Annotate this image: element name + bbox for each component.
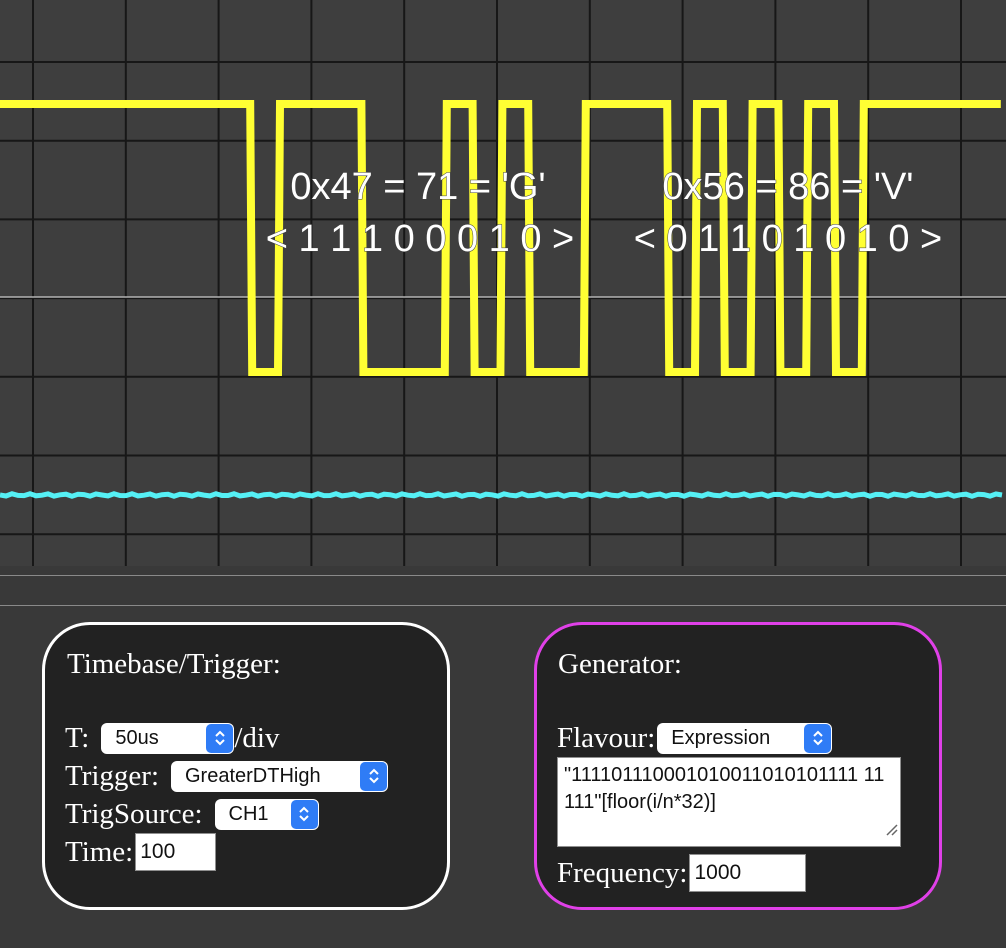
trigsource-row: TrigSource: CH1	[65, 796, 319, 832]
trigsource-select-value: CH1	[228, 802, 269, 825]
divider-line	[0, 605, 1006, 606]
trigger-row: Trigger: GreaterDTHigh	[65, 758, 388, 794]
resize-grip-icon[interactable]	[884, 817, 898, 844]
time-input[interactable]	[135, 833, 217, 871]
trigger-select[interactable]: GreaterDTHigh	[171, 760, 388, 792]
divider-line	[0, 575, 1006, 576]
chevron-updown-icon	[290, 799, 318, 829]
timebase-select-value: 50us	[115, 726, 159, 749]
generator-panel: Generator: Flavour: Expression "11110111…	[534, 622, 942, 910]
chevron-updown-icon	[206, 723, 234, 753]
trigger-label: Trigger:	[65, 760, 159, 792]
expression-text: "111101110001010011010101111 11111"[floo…	[564, 764, 885, 813]
time-row: Time:	[65, 833, 217, 871]
channel2-trace	[0, 491, 1003, 499]
trigsource-select[interactable]: CH1	[214, 798, 319, 830]
expression-textarea[interactable]: "111101110001010011010101111 11111"[floo…	[557, 757, 901, 847]
flavour-select-value: Expression	[671, 726, 771, 749]
flavour-select[interactable]: Expression	[657, 722, 833, 754]
byte2-bits-label: < 0 1 1 0 1 0 1 0 >	[634, 218, 942, 260]
frequency-input[interactable]	[689, 854, 807, 892]
timebase-select[interactable]: 50us	[101, 722, 235, 754]
oscilloscope-display: 0x47 = 71 = 'G' < 1 1 1 0 0 0 1 0 > 0x56…	[0, 0, 1006, 566]
t-row: T: 50us /div	[65, 720, 279, 756]
chevron-updown-icon	[804, 723, 832, 753]
frequency-label: Frequency:	[557, 857, 688, 889]
byte1-hex-label: 0x47 = 71 = 'G'	[290, 166, 545, 208]
trigger-select-value: GreaterDTHigh	[185, 764, 321, 787]
timebase-panel-title: Timebase/Trigger:	[67, 648, 281, 680]
generator-panel-title: Generator:	[558, 648, 682, 680]
time-label: Time:	[65, 836, 134, 868]
t-label: T:	[65, 722, 90, 754]
chevron-updown-icon	[360, 761, 387, 791]
waveform-canvas: 0x47 = 71 = 'G' < 1 1 1 0 0 0 1 0 > 0x56…	[0, 0, 1006, 566]
flavour-label: Flavour:	[557, 722, 656, 754]
trigsource-label: TrigSource:	[65, 798, 203, 830]
byte2-hex-label: 0x56 = 86 = 'V'	[662, 166, 913, 208]
timebase-trigger-panel: Timebase/Trigger: T: 50us /div Trigger: …	[42, 622, 450, 910]
byte1-bits-label: < 1 1 1 0 0 0 1 0 >	[266, 218, 574, 260]
frequency-row: Frequency:	[557, 854, 807, 892]
flavour-row: Flavour: Expression	[557, 720, 833, 756]
t-suffix: /div	[234, 722, 280, 754]
